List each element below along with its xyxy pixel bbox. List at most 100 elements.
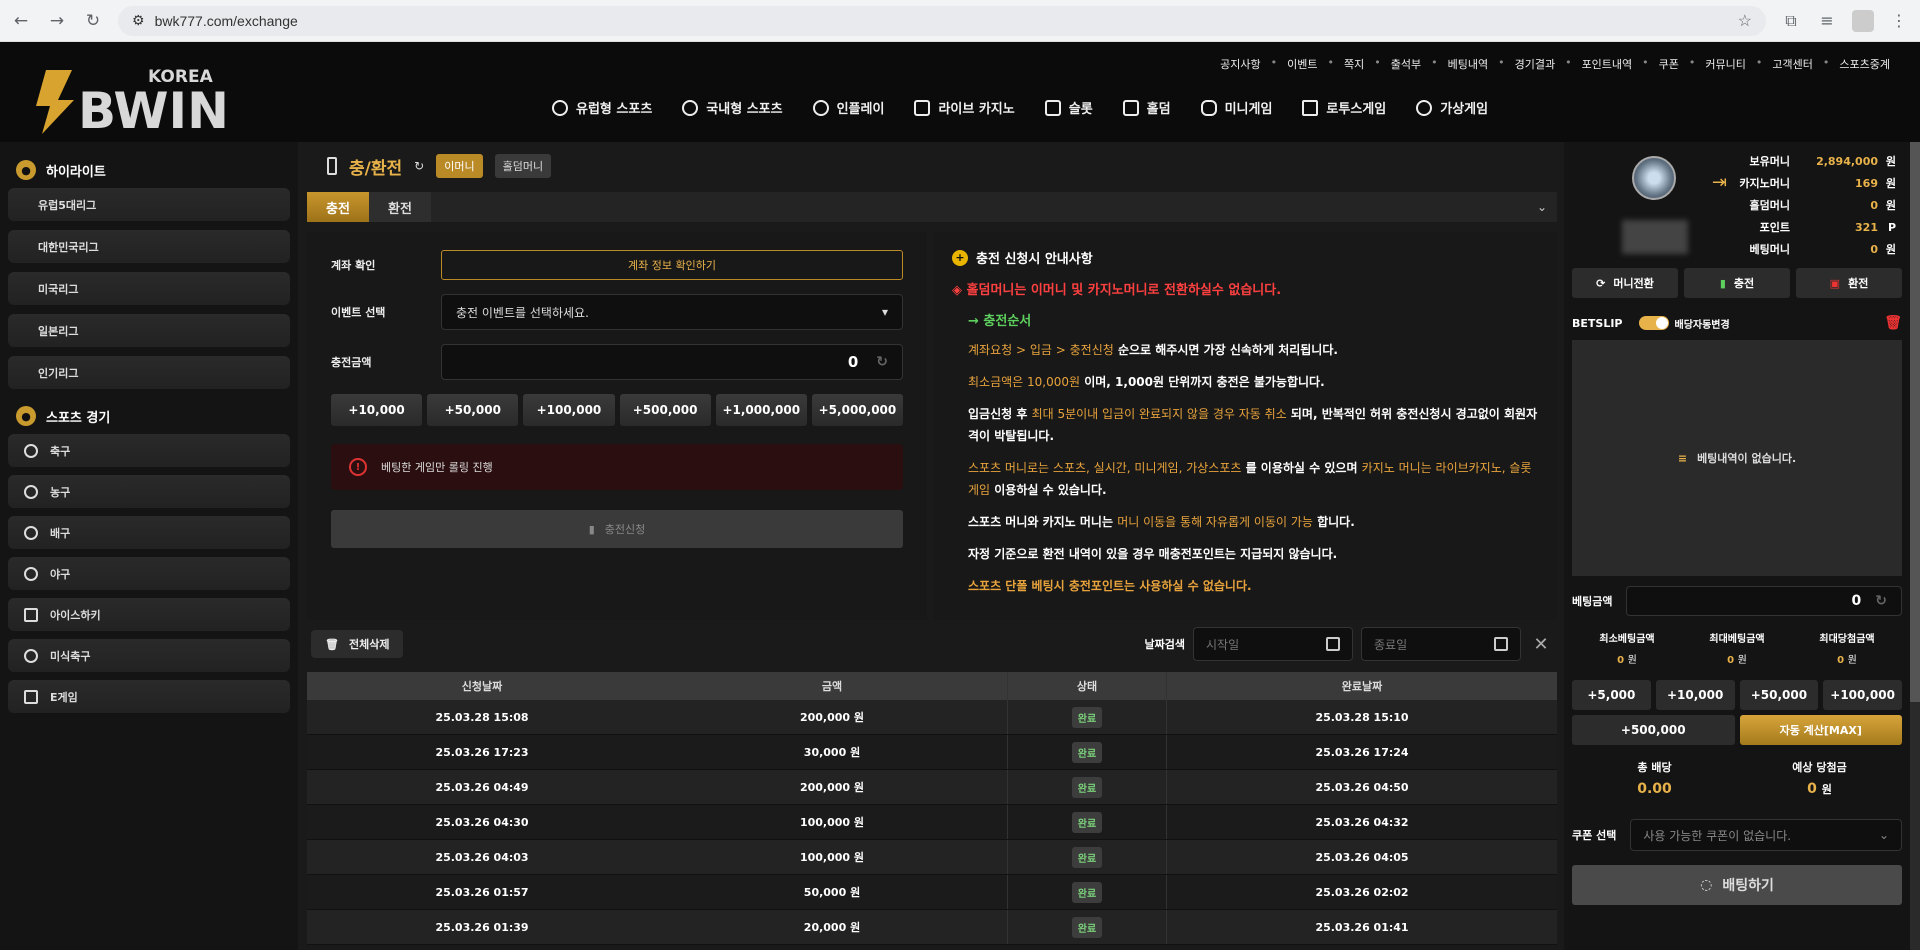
reload-icon[interactable]: ↻	[82, 11, 104, 31]
address-bar[interactable]: ⚙ bwk777.com/exchange ☆	[118, 5, 1766, 36]
bet-limits: 최소베팅금액 0 원 최대베팅금액 0 원 최대당첨금액 0 원	[1564, 616, 1910, 666]
nav-slot[interactable]: 슬롯	[1044, 98, 1093, 117]
reset-icon[interactable]: ↻	[876, 354, 888, 370]
bet-quick-add[interactable]: +500,000	[1572, 715, 1735, 745]
exchange-icon: ⟳	[1596, 276, 1606, 290]
sidebar-item-japan[interactable]: 일본리그	[8, 314, 290, 347]
nav-holdem[interactable]: 홀덤	[1122, 98, 1171, 117]
profile-avatar[interactable]	[1852, 9, 1874, 32]
sidebar-item-football[interactable]: 미식축구	[8, 639, 290, 672]
nav-lotus-game[interactable]: 로투스게임	[1302, 98, 1386, 117]
nav-label: 가상게임	[1440, 102, 1489, 117]
sidebar-item-baseball[interactable]: 야구	[8, 557, 290, 590]
notice-title-text: 충전 신청시 안내사항	[976, 252, 1093, 267]
quick-add-button[interactable]: +500,000	[619, 394, 711, 426]
end-date-input[interactable]: 종료일	[1361, 627, 1521, 661]
chip-holdem-money[interactable]: 홀덤머니	[494, 154, 552, 178]
sidebar-item-label: 축구	[50, 444, 71, 458]
start-date-input[interactable]: 시작일	[1193, 627, 1353, 661]
event-label: 이벤트 선택	[331, 306, 386, 319]
sidebar-item-euro5[interactable]: 유럽5대리그	[8, 188, 290, 221]
withdraw-button[interactable]: ▣ 환전	[1796, 268, 1902, 298]
nav-virtual-game[interactable]: 가상게임	[1416, 98, 1488, 117]
close-icon[interactable]: ✕	[1529, 634, 1553, 655]
bet-quick-add[interactable]: +5,000	[1572, 680, 1651, 710]
top-link-coupon[interactable]: 쿠폰	[1659, 56, 1679, 72]
quick-add-button[interactable]: +100,000	[523, 394, 615, 426]
sidebar-item-basketball[interactable]: 농구	[8, 475, 290, 508]
notice-para: 입금신청 후 최대 5분이내 입금이 완료되지 않을 경우 자동 취소 되며, …	[968, 407, 1538, 443]
trash-icon[interactable]: 🗑	[1884, 315, 1902, 331]
chevron-down-icon[interactable]: ⌄	[1527, 192, 1557, 222]
nav-domestic-sports[interactable]: 국내형 스포츠	[682, 98, 783, 117]
account-info-button[interactable]: 계좌 정보 확인하기	[441, 250, 903, 280]
event-select[interactable]: 충전 이벤트를 선택하세요. ▾	[441, 294, 903, 330]
cell-status: 완료	[1007, 735, 1167, 769]
auto-calc-max-button[interactable]: 자동 계산[MAX]	[1739, 715, 1902, 745]
tab-withdraw[interactable]: 환전	[369, 192, 431, 222]
top-link-attendance[interactable]: 출석부	[1391, 56, 1421, 72]
quick-add-button[interactable]: +5,000,000	[811, 394, 904, 426]
nav-live-casino[interactable]: 라이브 카지노	[914, 98, 1015, 117]
tab-search-icon[interactable]: ≡	[1816, 11, 1838, 30]
calendar-icon[interactable]	[1326, 637, 1340, 651]
sidebar-item-icehockey[interactable]: 아이스하키	[8, 598, 290, 631]
quick-add-button[interactable]: +10,000	[331, 394, 423, 426]
balance-row: 보유머니 2,894,000 원	[1749, 154, 1896, 169]
cell-amount: 100,000 원	[799, 816, 865, 829]
deposit-submit-button[interactable]: ▮ 충전신청	[331, 510, 903, 548]
deposit-button[interactable]: ▮ 충전	[1684, 268, 1790, 298]
top-link-message[interactable]: 쪽지	[1344, 56, 1364, 72]
sidebar-item-egame[interactable]: E게임	[8, 680, 290, 713]
sidebar-item-korea[interactable]: 대한민국리그	[8, 230, 290, 263]
chip-emoney[interactable]: 이머니	[436, 154, 483, 178]
top-link-support[interactable]: 고객센터	[1772, 56, 1812, 72]
toggle-switch[interactable]	[1638, 316, 1669, 330]
nav-minigame[interactable]: 미니게임	[1200, 98, 1272, 117]
quick-add-button[interactable]: +50,000	[427, 394, 519, 426]
nav-inplay[interactable]: 인플레이	[812, 98, 884, 117]
site-info-icon[interactable]: ⚙	[132, 12, 145, 29]
sidebar-item-soccer[interactable]: 축구	[8, 434, 290, 467]
auto-odds-toggle[interactable]: 배당자동변경	[1638, 316, 1730, 331]
table-row: 25.03.26 01:57 50,000 원 완료 25.03.26 02:02	[307, 875, 1557, 910]
reset-icon[interactable]: ↻	[1875, 593, 1887, 609]
table-row: 25.03.26 04:49 200,000 원 완료 25.03.26 04:50	[307, 770, 1557, 805]
hockey-icon	[24, 607, 38, 622]
tab-deposit[interactable]: 충전	[307, 192, 369, 222]
forward-icon[interactable]: →	[46, 11, 68, 31]
bet-amount-input[interactable]: 0 ↻	[1626, 586, 1902, 616]
refresh-icon[interactable]: ↻	[414, 159, 424, 173]
top-link-sports-stream[interactable]: 스포츠중계	[1839, 56, 1890, 72]
limit-min: 최소베팅금액 0 원	[1599, 634, 1655, 666]
money-convert-button[interactable]: ⟳ 머니전환	[1572, 268, 1678, 298]
calendar-icon[interactable]	[1494, 637, 1508, 651]
sidebar-item-volleyball[interactable]: 배구	[8, 516, 290, 549]
site-logo[interactable]: BWIN KOREA	[28, 64, 248, 136]
place-bet-button[interactable]: ◌ 배팅하기	[1572, 865, 1902, 905]
coupon-select[interactable]: 사용 가능한 쿠폰이 없습니다. ⌄	[1630, 819, 1902, 851]
money-actions: ⟳ 머니전환 ▮ 충전 ▣ 환전	[1564, 268, 1910, 298]
nav-euro-sports[interactable]: 유럽형 스포츠	[552, 98, 652, 117]
top-link-bet-history[interactable]: 베팅내역	[1448, 56, 1488, 72]
menu-icon[interactable]: ⋮	[1888, 11, 1910, 30]
bet-quick-add[interactable]: +50,000	[1739, 680, 1819, 710]
top-link-results[interactable]: 경기결과	[1515, 56, 1555, 72]
extensions-icon[interactable]: ⧉	[1780, 11, 1802, 31]
top-link-notice[interactable]: 공지사항	[1220, 56, 1260, 72]
quick-add-button[interactable]: +1,000,000	[715, 394, 807, 426]
top-link-event[interactable]: 이벤트	[1287, 56, 1317, 72]
sidebar-item-usa[interactable]: 미국리그	[8, 272, 290, 305]
page-scrollbar[interactable]	[1910, 142, 1920, 950]
bookmark-star-icon[interactable]: ☆	[1738, 11, 1752, 31]
sidebar-item-popular[interactable]: 인기리그	[8, 356, 290, 389]
bet-quick-add[interactable]: +100,000	[1823, 680, 1902, 710]
top-link-points[interactable]: 포인트내역	[1582, 56, 1633, 72]
scrollbar-thumb[interactable]	[1910, 142, 1920, 702]
delete-all-button[interactable]: 🗑 전체삭제	[311, 630, 404, 658]
top-link-community[interactable]: 커뮤니티	[1705, 56, 1745, 72]
logout-icon[interactable]: ⇥	[1712, 172, 1727, 193]
bet-quick-add[interactable]: +10,000	[1655, 680, 1735, 710]
back-icon[interactable]: ←	[10, 11, 32, 31]
amount-input[interactable]: 0 ↻	[441, 344, 903, 380]
